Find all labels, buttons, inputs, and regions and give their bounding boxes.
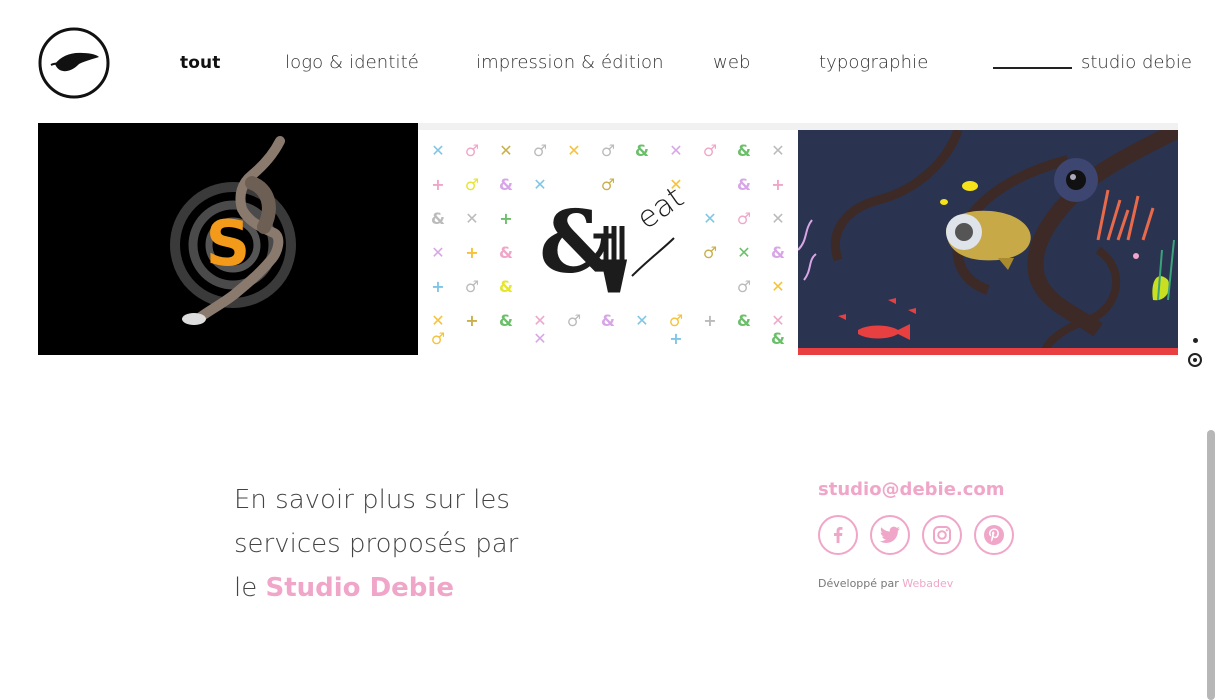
svg-text:✕: ✕ [431, 141, 444, 160]
credit-line: Développé par Webadev [818, 577, 953, 590]
svg-text:+: + [771, 175, 784, 194]
svg-text:✕: ✕ [567, 141, 580, 160]
nav-typographie[interactable]: typographie [819, 52, 928, 73]
pinterest-icon [984, 525, 1004, 545]
twitter-button[interactable] [870, 515, 910, 555]
svg-text:✕: ✕ [771, 141, 784, 160]
svg-text:&: & [737, 311, 751, 330]
about-line-2: services proposés par [234, 529, 519, 559]
svg-text:✕: ✕ [771, 311, 784, 330]
svg-text:&: & [737, 175, 751, 194]
svg-text:✕: ✕ [499, 141, 512, 160]
svg-text:♂: ♂ [703, 141, 717, 160]
email-link[interactable]: studio@debie.com [818, 479, 1005, 500]
facebook-button[interactable] [818, 515, 858, 555]
svg-text:♂: ♂ [601, 141, 615, 160]
svg-text:+: + [431, 277, 444, 296]
nav-web[interactable]: web [713, 52, 751, 73]
nav-studio-debie[interactable]: studio debie [1081, 52, 1192, 73]
svg-text:+: + [465, 311, 478, 330]
svg-text:✕: ✕ [635, 311, 648, 330]
svg-text:✕: ✕ [465, 209, 478, 228]
facebook-icon [834, 527, 843, 543]
about-line-1: En savoir plus sur les [234, 485, 510, 515]
svg-text:&: & [737, 141, 751, 160]
svg-text:+: + [431, 175, 444, 194]
gallery-tile-underwater[interactable] [798, 130, 1178, 355]
svg-text:♂: ♂ [737, 209, 751, 228]
studio-debie-link[interactable]: Studio Debie [265, 573, 453, 603]
pager-dot-active[interactable] [1188, 353, 1202, 367]
svg-text:✕: ✕ [533, 311, 546, 330]
about-line-3: le Studio Debie [234, 566, 534, 610]
gallery-tile-eat-eet[interactable]: ✕ ♂ ✕ ♂ ✕ ♂ & ✕ ♂ & ✕ + ♂ & ✕ ♂ ✕ & + & ✕ + ✕ ♂ ✕ ✕ +… [418, 130, 798, 355]
instagram-icon [933, 526, 951, 544]
webadev-link[interactable]: Webadev [902, 577, 953, 590]
nav-divider-line [993, 67, 1072, 69]
svg-text:♂: ♂ [669, 311, 683, 330]
svg-text:&: & [771, 243, 785, 262]
nav-impression-edition[interactable]: impression & édition [476, 52, 664, 73]
svg-text:♂: ♂ [703, 243, 717, 262]
svg-text:&: & [499, 311, 513, 330]
svg-text:&: & [431, 209, 445, 228]
about-text: En savoir plus sur les services proposés… [234, 478, 534, 610]
svg-text:&: & [499, 243, 513, 262]
svg-text:✕: ✕ [771, 209, 784, 228]
svg-text:♂: ♂ [465, 175, 479, 194]
svg-text:♂: ♂ [737, 277, 751, 296]
svg-text:&: & [499, 277, 513, 296]
svg-text:♂: ♂ [567, 311, 581, 330]
instagram-button[interactable] [922, 515, 962, 555]
nav-logo-identite[interactable]: logo & identité [285, 52, 419, 73]
svg-text:✕: ✕ [431, 243, 444, 262]
twitter-icon [879, 526, 900, 543]
svg-text:✕: ✕ [669, 141, 682, 160]
svg-text:✕: ✕ [771, 277, 784, 296]
svg-text:&: & [499, 175, 513, 194]
underwater-illustration-image [798, 130, 1178, 355]
scrollbar-thumb[interactable] [1207, 430, 1215, 700]
svg-text:&: & [635, 141, 649, 160]
credit-prefix: Développé par [818, 577, 903, 590]
pager-dot[interactable] [1193, 338, 1198, 343]
svg-text:♂: ♂ [431, 329, 445, 348]
svg-text:♂: ♂ [465, 277, 479, 296]
nav-tout[interactable]: tout [180, 53, 220, 73]
logo[interactable] [37, 26, 111, 100]
svg-text:✕: ✕ [703, 209, 716, 228]
sprinter-s-logo-image: S [38, 123, 418, 355]
svg-text:+: + [703, 311, 716, 330]
pinterest-button[interactable] [974, 515, 1014, 555]
studio-logo-icon [38, 27, 110, 99]
svg-text:✕: ✕ [431, 311, 444, 330]
svg-text:✕: ✕ [533, 329, 546, 348]
svg-text:+: + [465, 243, 478, 262]
about-prefix: le [234, 573, 266, 603]
eat-eet-pattern-image: ✕ ♂ ✕ ♂ ✕ ♂ & ✕ ♂ & ✕ + ♂ & ✕ ♂ ✕ & + & ✕ + ✕ ♂ ✕ ✕ +… [418, 130, 798, 355]
svg-text:&: & [601, 311, 615, 330]
svg-text:♂: ♂ [465, 141, 479, 160]
gallery-tile-sprinter[interactable]: S [38, 123, 418, 355]
svg-text:♂: ♂ [533, 141, 547, 160]
svg-text:+: + [669, 329, 682, 348]
svg-text:✕: ✕ [737, 243, 750, 262]
svg-text:+: + [499, 209, 512, 228]
svg-text:&: & [771, 329, 785, 348]
